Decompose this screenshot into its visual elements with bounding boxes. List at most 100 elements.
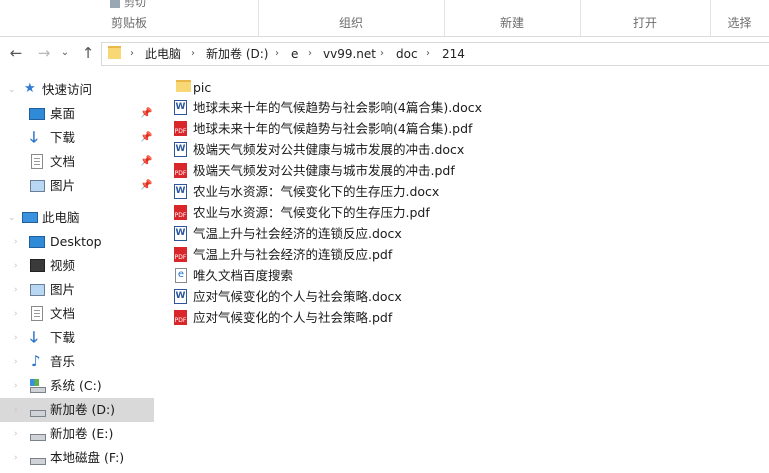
chevron-right-icon[interactable]: ›: [14, 374, 18, 398]
pdf-icon: PDF: [174, 163, 187, 178]
breadcrumb-separator[interactable]: ›: [426, 43, 430, 65]
sidebar-item-downloads[interactable]: 🡓 下载 📌: [0, 126, 154, 150]
chevron-right-icon[interactable]: ›: [14, 398, 18, 422]
word-document-icon: W: [174, 184, 187, 199]
sidebar-item-drive-f[interactable]: › 本地磁盘 (F:): [0, 446, 154, 470]
chevron-down-icon[interactable]: ⌄: [8, 78, 16, 102]
pin-icon[interactable]: 📌: [140, 102, 152, 126]
ribbon-group-label: 剪贴板: [110, 16, 147, 30]
file-list: pic W 地球未来十年的气候趋势与社会影响(4篇合集).docx PDF 地球…: [160, 72, 769, 473]
sidebar-item-drive-d[interactable]: › 新加卷 (D:): [0, 398, 154, 422]
sidebar-item-videos[interactable]: › 视频: [0, 254, 154, 278]
ribbon-group-label: 新建: [499, 16, 524, 30]
sidebar-item-documents[interactable]: 文档 📌: [0, 150, 154, 174]
sidebar-item-music[interactable]: › ♪ 音乐: [0, 350, 154, 374]
chevron-right-icon[interactable]: ›: [14, 326, 18, 350]
arrow-up-icon: ↑: [81, 44, 95, 62]
chevron-down-icon[interactable]: ⌄: [8, 206, 16, 230]
sidebar-item-pc-downloads[interactable]: › 🡓 下载: [0, 326, 154, 350]
sidebar-item-label: 文档: [50, 154, 76, 169]
breadcrumb-this-pc[interactable]: 此电脑: [145, 43, 181, 65]
sidebar-item-label: 图片: [50, 282, 76, 297]
breadcrumb-214[interactable]: 214: [442, 43, 465, 65]
sidebar-item-desktop[interactable]: 桌面 📌: [0, 102, 154, 126]
folder-icon: [176, 80, 191, 92]
arrow-left-icon: ←: [9, 44, 23, 62]
file-name: 气温上升与社会经济的连锁反应.docx: [193, 226, 402, 241]
file-name: 地球未来十年的气候趋势与社会影响(4篇合集).pdf: [193, 121, 473, 136]
ribbon-group-organize: 组织: [258, 0, 445, 36]
file-name: 应对气候变化的个人与社会策略.pdf: [193, 310, 393, 325]
sidebar-item-quick-access[interactable]: ⌄ ★ 快速访问: [0, 78, 154, 102]
forward-button[interactable]: →: [34, 43, 54, 63]
navigation-pane: ⌄ ★ 快速访问 桌面 📌 🡓 下载 📌 文档 📌 图片 📌 ⌄ 此电脑 › D…: [0, 72, 154, 473]
file-name: 极端天气频发对公共健康与城市发展的冲击.docx: [193, 142, 465, 157]
up-button[interactable]: ↑: [78, 43, 98, 63]
arrow-right-icon: →: [37, 44, 51, 62]
back-button[interactable]: ←: [6, 43, 26, 63]
sidebar-item-drive-c[interactable]: › 系统 (C:): [0, 374, 154, 398]
chevron-right-icon[interactable]: ›: [14, 278, 18, 302]
pin-icon[interactable]: 📌: [140, 126, 152, 150]
desktop-icon: [29, 236, 45, 248]
breadcrumb-separator[interactable]: ›: [380, 43, 384, 65]
sidebar-item-label: 新加卷 (D:): [50, 402, 116, 417]
recent-locations-button[interactable]: ⌄: [58, 43, 72, 63]
star-icon: ★: [24, 81, 36, 96]
file-name: 地球未来十年的气候趋势与社会影响(4篇合集).docx: [193, 100, 483, 115]
sidebar-item-pc-pictures[interactable]: › 图片: [0, 278, 154, 302]
breadcrumb-doc[interactable]: doc: [396, 43, 418, 65]
music-icon: ♪: [31, 352, 41, 370]
file-name: 极端天气频发对公共健康与城市发展的冲击.pdf: [193, 163, 455, 178]
word-document-icon: W: [174, 289, 187, 304]
word-document-icon: W: [174, 226, 187, 241]
breadcrumb-drive-d[interactable]: 新加卷 (D:): [206, 43, 268, 65]
ribbon-group-open: 打开: [580, 0, 711, 36]
breadcrumb-separator[interactable]: ›: [308, 43, 312, 65]
pdf-icon: PDF: [174, 310, 187, 325]
chevron-right-icon[interactable]: ›: [14, 230, 18, 254]
pin-icon[interactable]: 📌: [140, 174, 152, 198]
sidebar-item-label: 视频: [50, 258, 76, 273]
folder-icon: [108, 46, 121, 59]
word-document-icon: W: [174, 100, 187, 115]
sidebar-item-label: 此电脑: [42, 210, 80, 225]
system-drive-icon: [30, 379, 46, 393]
address-bar[interactable]: › 此电脑 › 新加卷 (D:) › e › vv99.net › doc › …: [101, 42, 769, 66]
sidebar-item-drive-e[interactable]: › 新加卷 (E:): [0, 422, 154, 446]
ribbon-group-clipboard: 剪切 剪贴板: [0, 0, 259, 36]
file-name: 应对气候变化的个人与社会策略.docx: [193, 289, 402, 304]
chevron-right-icon[interactable]: ›: [14, 254, 18, 278]
pictures-icon: [30, 180, 45, 192]
sidebar-item-label: Desktop: [50, 234, 102, 249]
sidebar-item-label: 音乐: [50, 354, 76, 369]
document-icon: [31, 306, 43, 321]
document-icon: [31, 154, 43, 169]
sidebar-item-label: 桌面: [50, 106, 76, 121]
breadcrumb-separator[interactable]: ›: [275, 43, 279, 65]
sidebar-item-label: 系统 (C:): [50, 378, 102, 393]
chevron-right-icon[interactable]: ›: [14, 422, 18, 446]
sidebar-item-pc-documents[interactable]: › 文档: [0, 302, 154, 326]
ribbon-group-new: 新建: [444, 0, 581, 36]
pin-icon[interactable]: 📌: [140, 150, 152, 174]
breadcrumb-separator[interactable]: ›: [130, 43, 134, 65]
file-name: pic: [193, 80, 212, 95]
sidebar-item-label: 文档: [50, 306, 76, 321]
computer-icon: [22, 212, 38, 223]
sidebar-item-pc-desktop[interactable]: › Desktop: [0, 230, 154, 254]
breadcrumb-vv99[interactable]: vv99.net: [323, 43, 376, 65]
breadcrumb-separator[interactable]: ›: [191, 43, 195, 65]
breadcrumb-e[interactable]: e: [291, 43, 298, 65]
sidebar-item-this-pc[interactable]: ⌄ 此电脑: [0, 206, 154, 230]
chevron-right-icon[interactable]: ›: [14, 350, 18, 374]
download-icon: 🡓: [30, 128, 38, 146]
ribbon-cut-button[interactable]: 剪切: [110, 0, 146, 10]
pictures-icon: [30, 284, 45, 296]
file-name: 农业与水资源：气候变化下的生存压力.docx: [193, 184, 440, 199]
chevron-right-icon[interactable]: ›: [14, 302, 18, 326]
ribbon: 剪切 剪贴板 组织 新建 打开 选择: [0, 0, 769, 37]
chevron-right-icon[interactable]: ›: [14, 446, 18, 470]
sidebar-item-pictures[interactable]: 图片 📌: [0, 174, 154, 198]
ribbon-group-label: 组织: [338, 16, 363, 30]
